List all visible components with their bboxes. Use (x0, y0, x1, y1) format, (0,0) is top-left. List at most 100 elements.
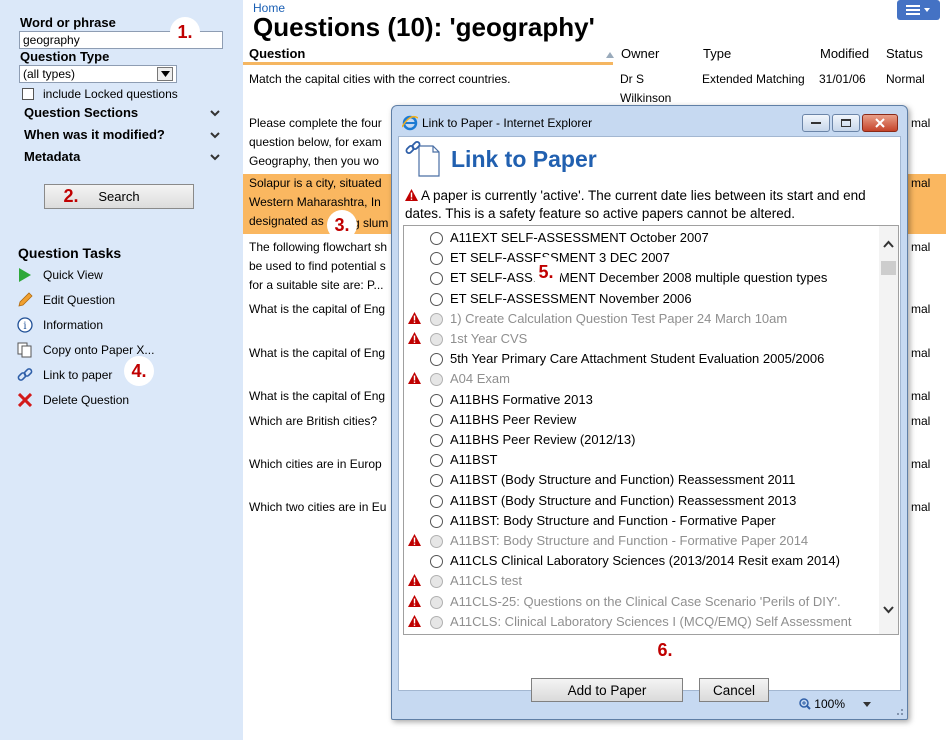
status-cell: mal (911, 457, 931, 471)
paper-radio-button[interactable] (430, 232, 443, 245)
modified-date-toggle[interactable]: When was it modified? (24, 127, 220, 142)
info-icon: i (16, 317, 34, 333)
question-cell: Match the capital cities with the correc… (249, 72, 511, 86)
delete-x-icon (16, 392, 34, 408)
paper-radio-button[interactable] (430, 474, 443, 488)
dialog-statusbar: 100% (398, 694, 901, 716)
paper-radio-button[interactable] (430, 494, 443, 508)
paper-label: 1) Create Calculation Question Test Pape… (450, 310, 788, 326)
delete-question-task[interactable]: Delete Question (16, 391, 129, 409)
status-cell: Normal (886, 72, 925, 86)
paper-list-item[interactable]: ET SELF-ASSESSMENT 3 DEC 2007 (404, 248, 879, 268)
paper-radio-button (430, 535, 443, 548)
dialog-window-title: Link to Paper - Internet Explorer (422, 116, 593, 130)
paper-radio-button[interactable] (430, 272, 443, 286)
warning-icon (408, 574, 421, 587)
close-button[interactable] (862, 114, 898, 132)
paper-radio-button[interactable] (430, 353, 443, 367)
question-cell: Please complete the four question below,… (249, 116, 382, 168)
locked-questions-checkbox[interactable] (22, 88, 34, 100)
owner-cell: Dr S Wilkinson (620, 72, 672, 105)
resize-grip-icon[interactable] (894, 706, 904, 716)
section-label: When was it modified? (24, 127, 165, 142)
scroll-up-icon[interactable] (883, 240, 894, 248)
question-cell: What is the capital of Eng (249, 389, 386, 403)
paper-radio-button[interactable] (430, 555, 443, 569)
paper-radio-button[interactable] (430, 413, 443, 427)
pencil-icon (16, 292, 34, 308)
maximize-icon (841, 119, 851, 127)
paper-radio-button[interactable] (430, 434, 443, 447)
active-paper-warning: A paper is currently 'active'. The curre… (405, 187, 900, 223)
paper-list-item[interactable]: ET SELF-ASSESSMENT December 2008 multipl… (404, 268, 879, 288)
paper-radio-button[interactable] (430, 514, 443, 528)
paper-label: A11BST (450, 452, 498, 468)
scroll-thumb[interactable] (881, 261, 896, 275)
table-header: Question Owner Type Modified Status (243, 43, 946, 63)
maximize-button[interactable] (832, 114, 860, 132)
paper-radio-button[interactable] (430, 252, 443, 266)
paper-label: 5th Year Primary Care Attachment Student… (450, 351, 825, 367)
paper-list-item: A11CLS test (404, 571, 879, 591)
information-task[interactable]: i Information (16, 316, 103, 334)
paper-list[interactable]: A11EXT SELF-ASSESSMENT October 2007 ET SE… (403, 225, 899, 635)
status-cell: mal (911, 176, 931, 190)
paper-radio-button[interactable] (430, 292, 443, 306)
paper-list-item[interactable]: ET SELF-ASSESSMENT November 2006 (404, 289, 879, 309)
table-row[interactable]: Match the capital cities with the correc… (243, 70, 946, 110)
paper-list-item[interactable]: A11CLS Clinical Laboratory Sciences (201… (404, 551, 879, 571)
column-header-type[interactable]: Type (703, 46, 731, 61)
callout-5: 5. (531, 257, 561, 287)
paper-list-item[interactable]: A11BST: Body Structure and Function - Fo… (404, 511, 879, 531)
sort-up-icon (606, 52, 614, 58)
paper-list-item[interactable]: A11BST (Body Structure and Function) Rea… (404, 470, 879, 490)
paper-list-item[interactable]: A11BST (Body Structure and Function) Rea… (404, 491, 879, 511)
zoom-dropdown-icon[interactable] (863, 701, 871, 707)
quick-view-task[interactable]: Quick View (16, 266, 103, 284)
edit-question-task[interactable]: Edit Question (16, 291, 115, 309)
dropdown-arrow-icon[interactable] (157, 67, 173, 81)
svg-text:i: i (23, 321, 26, 332)
menu-button[interactable] (897, 0, 940, 20)
status-cell: mal (911, 500, 931, 514)
page-title: Questions (10): 'geography' (253, 12, 595, 42)
question-sections-toggle[interactable]: Question Sections (24, 105, 220, 120)
column-header-question[interactable]: Question (249, 46, 305, 61)
warning-text: A paper is currently 'active'. The curre… (405, 188, 866, 221)
link-to-paper-task[interactable]: Link to paper (16, 366, 112, 384)
scroll-down-icon[interactable] (883, 606, 894, 614)
paper-label: A11EXT SELF-ASSESSMENT October 2007 (450, 230, 709, 245)
paper-radio-button (430, 575, 443, 589)
paper-label: A11CLS: Clinical Laboratory Sciences I (… (450, 613, 852, 629)
zoom-control[interactable]: 100% (799, 697, 871, 711)
paper-list-item[interactable]: A11BHS Peer Review (404, 410, 879, 430)
link-document-icon (405, 141, 440, 177)
column-header-modified[interactable]: Modified (820, 46, 869, 61)
paper-list-item[interactable]: A11BHS Formative 2013 (404, 390, 879, 410)
callout-2: 2. (63, 185, 79, 206)
dialog-titlebar[interactable]: Link to Paper - Internet Explorer (392, 106, 907, 136)
paper-list-item[interactable]: A11BHS Peer Review (2012/13) (404, 430, 879, 450)
callout-1: 1. (170, 17, 200, 47)
metadata-toggle[interactable]: Metadata (24, 149, 220, 164)
paper-list-item: A11BST: Body Structure and Function - Fo… (404, 531, 879, 551)
paper-list-item[interactable]: 5th Year Primary Care Attachment Student… (404, 349, 879, 369)
column-header-owner[interactable]: Owner (621, 46, 659, 61)
paper-list-item[interactable]: A11EXT SELF-ASSESSMENT October 2007 (404, 228, 879, 248)
paper-list-item: 1st Year CVS (404, 329, 879, 349)
paper-list-item[interactable]: A11BST (404, 450, 879, 470)
paper-radio-button[interactable] (430, 454, 443, 468)
paper-list-item: A11CLS: Clinical Laboratory Sciences I (… (404, 612, 879, 632)
search-button-label: Search (98, 189, 140, 204)
paper-radio-button (430, 595, 443, 609)
column-header-status[interactable]: Status (886, 46, 923, 61)
chevron-down-icon (210, 153, 220, 160)
chevron-down-icon (210, 109, 220, 116)
chevron-down-icon (210, 131, 220, 138)
warning-icon (408, 311, 421, 324)
paper-radio-button[interactable] (430, 393, 443, 407)
question-type-select[interactable]: (all types) (19, 65, 177, 83)
paper-label: 1st Year CVS (450, 331, 528, 346)
paper-list-scrollbar[interactable] (879, 226, 898, 634)
minimize-button[interactable] (802, 114, 830, 132)
